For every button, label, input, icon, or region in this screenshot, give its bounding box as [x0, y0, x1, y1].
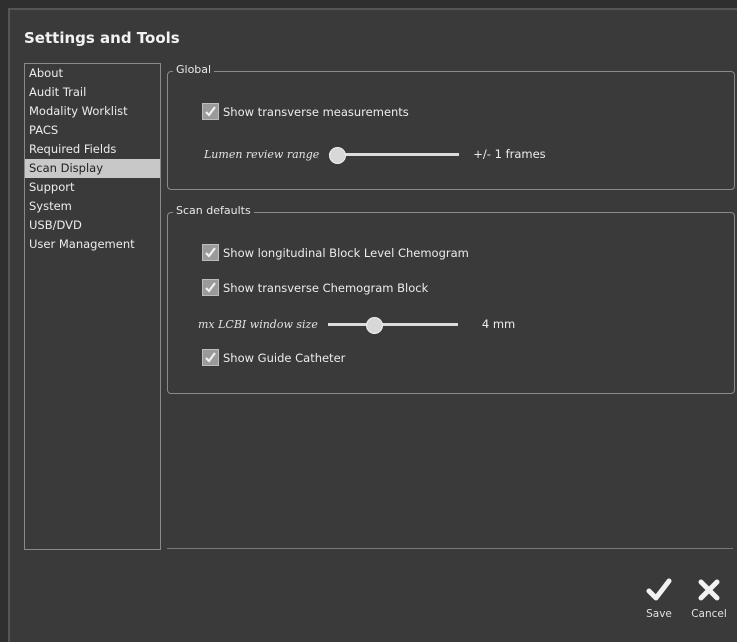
lumen-review-range-label: Lumen review range [204, 147, 320, 161]
sidebar-item-modality-worklist[interactable]: Modality Worklist [25, 102, 160, 121]
sidebar-item-required-fields[interactable]: Required Fields [25, 140, 160, 159]
checkmark-icon [205, 352, 216, 363]
show-transverse-block-row[interactable]: Show transverse Chemogram Block [202, 279, 428, 296]
checkmark-icon [646, 578, 672, 601]
global-group-title: Global [173, 63, 215, 76]
lcbi-window-size-label: mx LCBI window size [198, 317, 318, 331]
sidebar-item-audit-trail[interactable]: Audit Trail [25, 83, 160, 102]
footer-divider [167, 548, 733, 549]
sidebar-item-scan-display[interactable]: Scan Display [25, 159, 160, 178]
dialog-title: Settings and Tools [24, 29, 180, 47]
save-button[interactable]: Save [637, 578, 681, 620]
sidebar-item-about[interactable]: About [25, 64, 160, 83]
sidebar-item-user-management[interactable]: User Management [25, 235, 160, 254]
show-guide-catheter-row[interactable]: Show Guide Catheter [202, 349, 345, 366]
checkmark-icon [205, 106, 216, 117]
sidebar-item-support[interactable]: Support [25, 178, 160, 197]
save-label: Save [646, 608, 672, 620]
show-guide-catheter-label: Show Guide Catheter [223, 350, 346, 365]
lumen-review-range-thumb[interactable] [329, 146, 347, 164]
lcbi-window-size-thumb[interactable] [365, 316, 383, 334]
show-transverse-measurements-label: Show transverse measurements [223, 104, 409, 119]
show-transverse-block-checkbox[interactable] [202, 279, 219, 296]
sidebar-item-pacs[interactable]: PACS [25, 121, 160, 140]
show-transverse-measurements-row[interactable]: Show transverse measurements [202, 103, 409, 120]
sidebar-item-system[interactable]: System [25, 197, 160, 216]
show-longitudinal-block-row[interactable]: Show longitudinal Block Level Chemogram [202, 244, 469, 261]
lumen-review-range-row: Lumen review range +/- 1 frames [204, 146, 546, 164]
cancel-button[interactable]: Cancel [687, 578, 731, 620]
checkmark-icon [205, 247, 216, 258]
x-icon [698, 579, 720, 601]
checkmark-icon [205, 282, 216, 293]
lcbi-window-size-value: 4 mm [481, 317, 516, 331]
show-longitudinal-block-label: Show longitudinal Block Level Chemogram [223, 245, 469, 260]
scan-defaults-group-title: Scan defaults [173, 204, 254, 217]
settings-sidebar: About Audit Trail Modality Worklist PACS… [24, 63, 161, 550]
sidebar-item-usb-dvd[interactable]: USB/DVD [25, 216, 160, 235]
show-transverse-measurements-checkbox[interactable] [202, 103, 219, 120]
lumen-review-range-slider[interactable] [329, 146, 460, 164]
global-group: Global Show transverse measurements Lume… [167, 63, 735, 190]
lcbi-window-size-row: mx LCBI window size 4 mm [198, 316, 516, 334]
show-longitudinal-block-checkbox[interactable] [202, 244, 219, 261]
lcbi-window-size-slider[interactable] [327, 316, 458, 334]
cancel-label: Cancel [691, 608, 727, 620]
scan-defaults-group: Scan defaults Show longitudinal Block Le… [167, 204, 735, 394]
lumen-review-range-value: +/- 1 frames [473, 147, 546, 161]
show-guide-catheter-checkbox[interactable] [202, 349, 219, 366]
show-transverse-block-label: Show transverse Chemogram Block [223, 280, 429, 295]
